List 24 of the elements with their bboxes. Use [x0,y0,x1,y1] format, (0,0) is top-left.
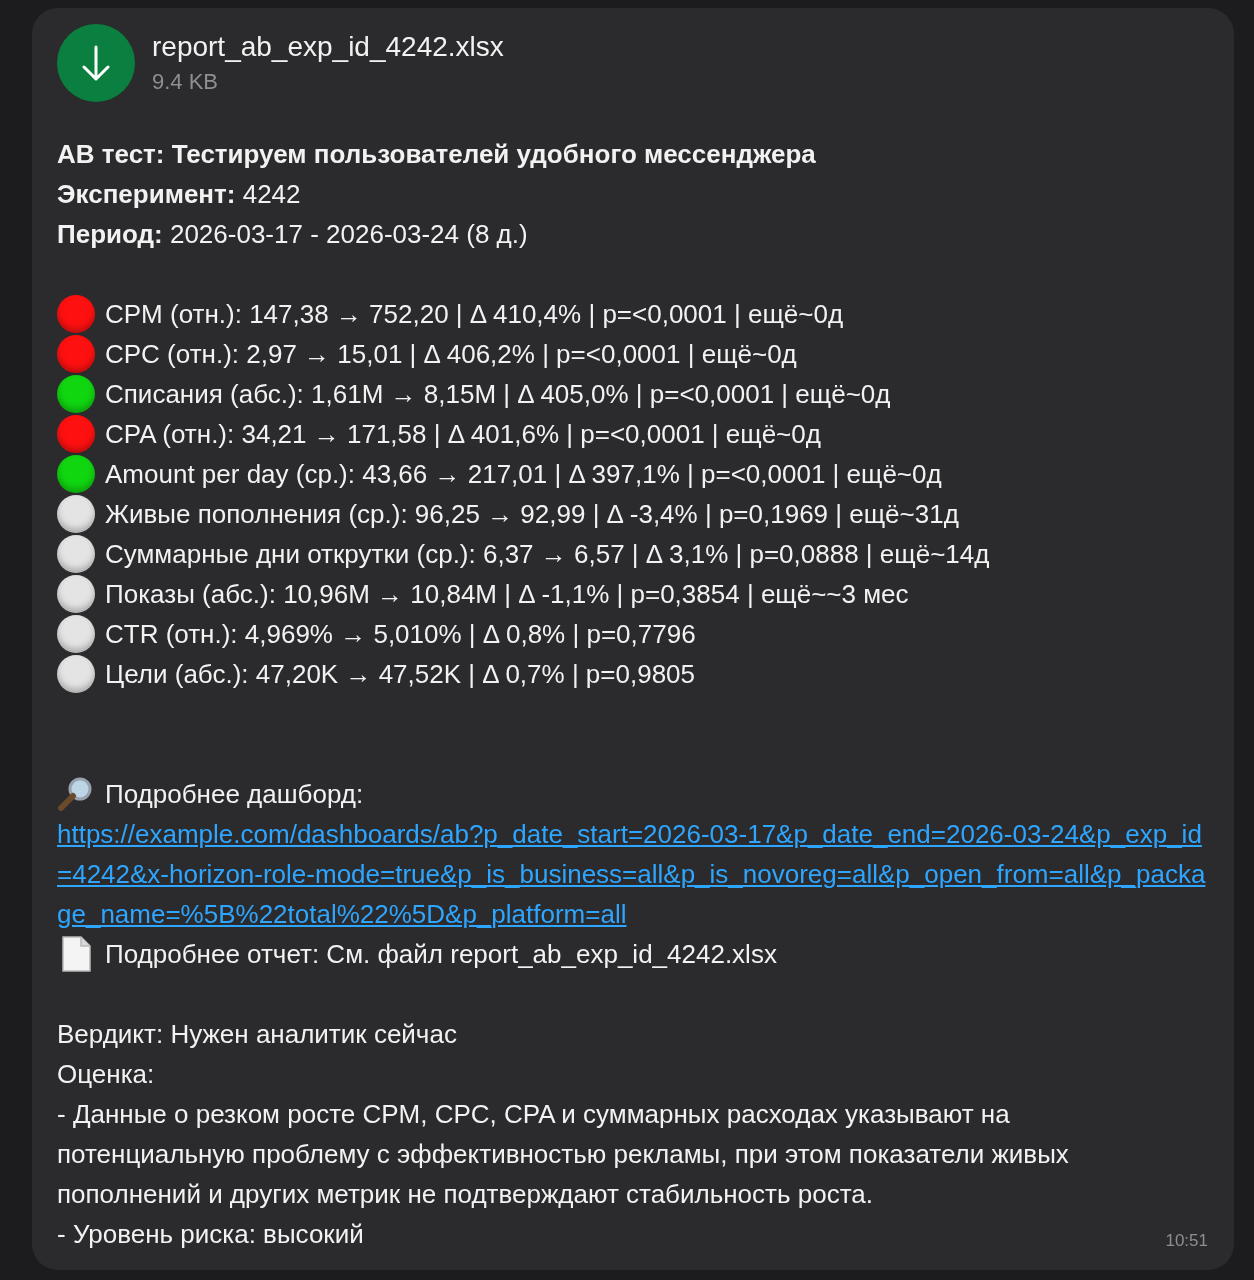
metric-line: CTR (отн.): 4,969% → 5,010% | Δ 0,8% | p=0,7796 [105,618,696,651]
download-icon [81,45,111,81]
metric-line: CPC (отн.): 2,97 → 15,01 | Δ 406,2% | p=<0,0001 | ещё~0д [105,338,797,371]
assessment-label: Оценка: [57,1058,156,1091]
file-size: 9.4 KB [152,68,220,96]
header-line: Эксперимент: 4242 [57,178,302,211]
metric-line: Показы (абс.): 10,96M → 10,84M | Δ -1,1% | p=0,3854 | ещё~~3 мес [105,578,909,611]
report-line: Подробнее отчет: См. файл report_ab_exp_id_4242.xlsx [105,938,777,971]
verdict-line: Вердикт: Нужен аналитик сейчас [57,1018,458,1051]
metric-line: CPA (отн.): 34,21 → 171,58 | Δ 401,6% | p=<0,0001 | ещё~0д [105,418,821,451]
report-title: АВ тест: Тестируем пользователей удобного мессенджера [57,138,817,171]
dashboard-label: Подробнее дашборд: [105,778,364,811]
metric-line: Цели (абс.): 47,20K → 47,52K | Δ 0,7% | p=0,9805 [105,658,696,691]
file-name[interactable]: report_ab_exp_id_4242.xlsx [152,28,504,66]
header-line: Период: 2026-03-17 - 2026-03-24 (8 д.) [57,218,529,251]
metric-line: Суммарные дни открутки (ср.): 6,37 → 6,57 | Δ 3,1% | p=0,0888 | ещё~14д [105,538,990,571]
assessment-paragraph: - Данные о резком росте CPM, CPC, CPA и суммарных расходах указывают на потенциальную проблему с эффективностью рекламы, при этом показатели живых пополнений и других метрик не подтверждают стабильность роста. [57,1098,1070,1211]
assessment-paragraph: - Уровень риска: высокий [57,1218,364,1251]
metric-line: Списания (абс.): 1,61M → 8,15M | Δ 405,0% | p=<0,0001 | ещё~0д [105,378,891,411]
metric-line: CPM (отн.): 147,38 → 752,20 | Δ 410,4% | p=<0,0001 | ещё~0д [105,298,844,331]
dashboard-link[interactable]: https://example.com/dashboards/ab?p_date_start=2026-03-17&p_date_end=2026-03-24&p_exp_id=4242&x-horizon-role-mode=true&p_is_business=all&p_is_novoreg=all&p_open_from=all&p_package_name=%5B%22total%22%5D&p_platform=all [57,814,1214,934]
metric-line: Живые пополнения (ср.): 96,25 → 92,99 | Δ -3,4% | p=0,1969 | ещё~31д [105,498,959,531]
message-time: 10:51 [1165,1230,1208,1252]
metric-line: Amount per day (ср.): 43,66 → 217,01 | Δ 397,1% | p=<0,0001 | ещё~0д [105,458,942,491]
